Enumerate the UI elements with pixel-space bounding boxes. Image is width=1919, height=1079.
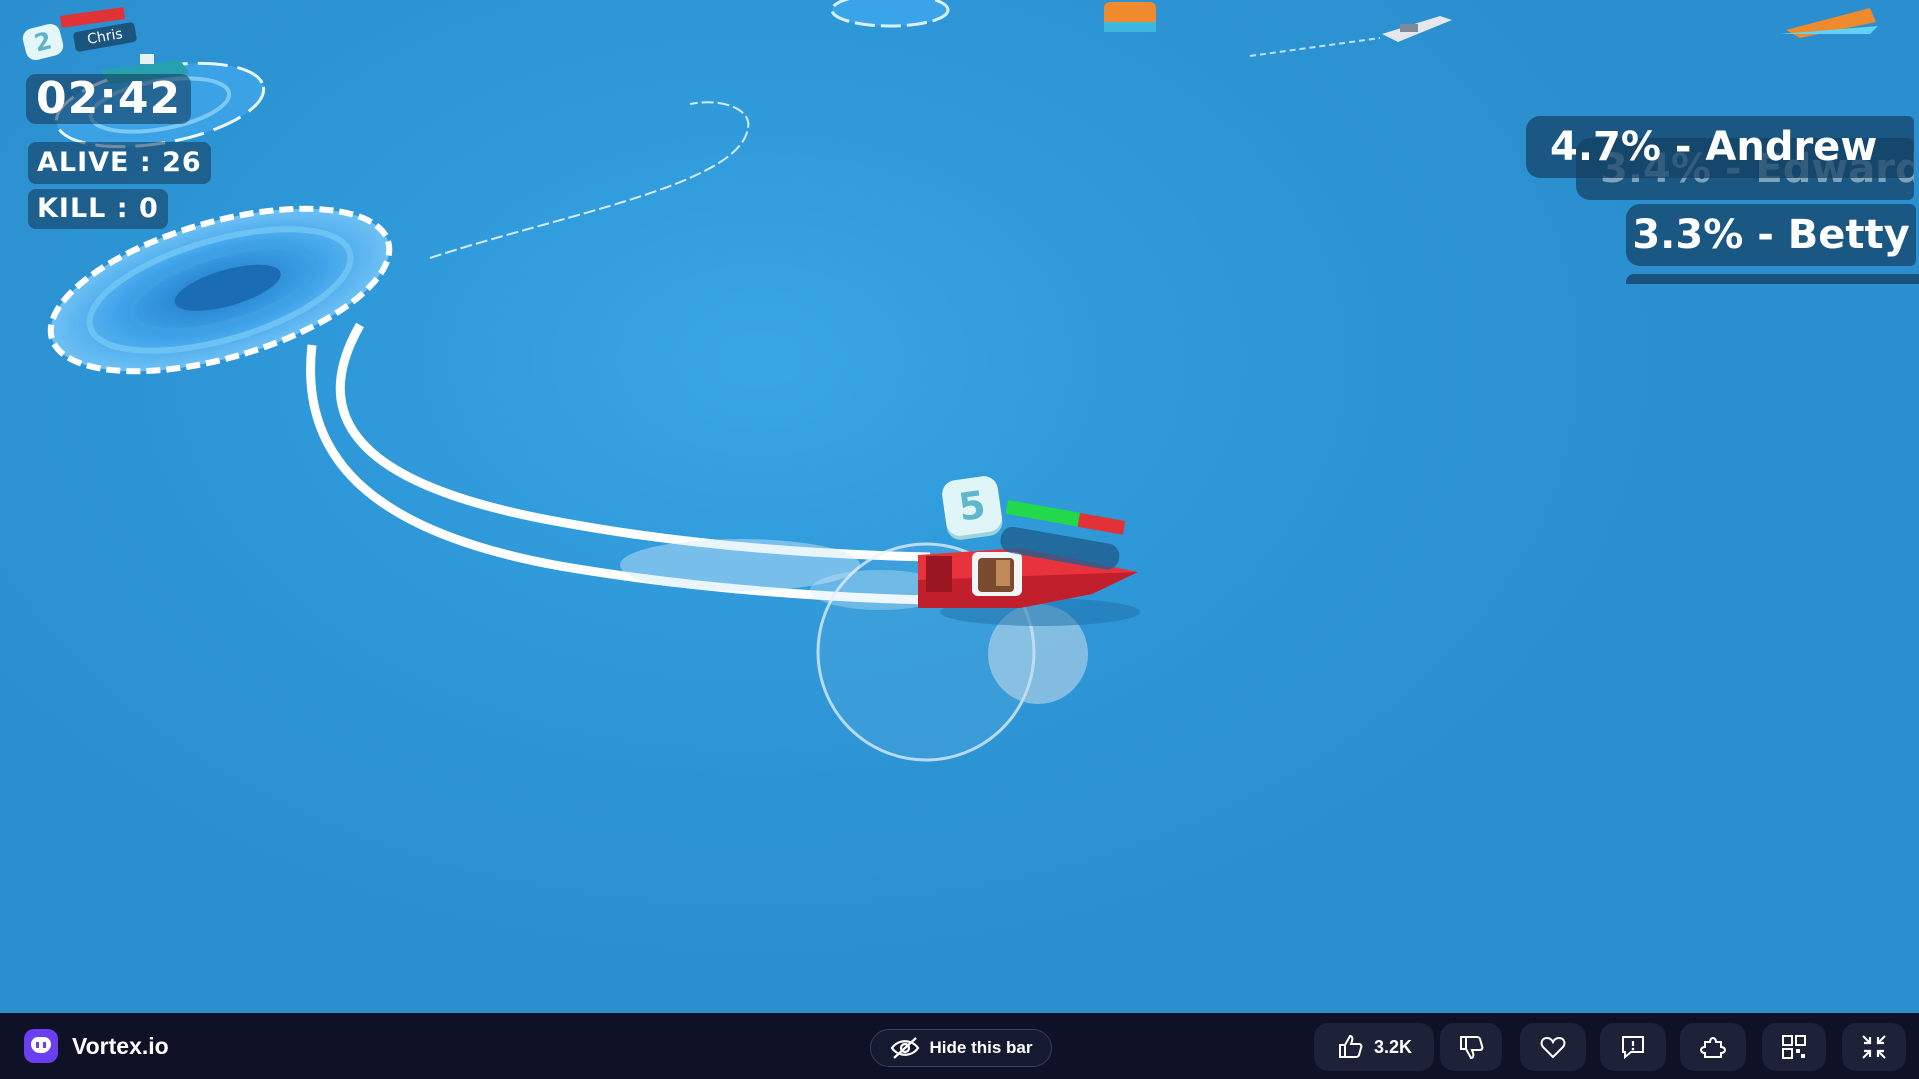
puzzle-icon — [1699, 1036, 1727, 1058]
brand-logo-icon — [24, 1029, 58, 1063]
vortex-top — [830, 0, 950, 28]
qr-code-icon — [1782, 1035, 1806, 1059]
player-level-badge: 5 — [940, 474, 1004, 538]
orange-boat — [1780, 8, 1878, 38]
orange-crate — [1104, 2, 1156, 32]
exit-fullscreen-icon — [1862, 1035, 1886, 1059]
report-button[interactable] — [1600, 1023, 1666, 1071]
game-title: Vortex.io — [72, 1032, 169, 1059]
leaderboard-entry: 4.7% - Andrew — [1526, 116, 1914, 178]
dislike-button[interactable] — [1440, 1023, 1502, 1071]
leaderboard-entry: 3.3% - Betty — [1626, 204, 1916, 266]
favorite-button[interactable] — [1520, 1023, 1586, 1071]
like-count: 3.2K — [1373, 1036, 1413, 1057]
hide-bar-button[interactable]: Hide this bar — [870, 1029, 1052, 1067]
exit-fullscreen-button[interactable] — [1842, 1023, 1906, 1071]
opponent-boat-grey — [1382, 16, 1452, 42]
game-canvas[interactable]: 2 Chris 02:42 ALIVE : 26 KILL : 0 3.4% -… — [0, 0, 1919, 1013]
brand[interactable]: Vortex.io — [24, 1027, 169, 1065]
dislike-icon — [1460, 1036, 1484, 1060]
qr-code-button[interactable] — [1762, 1023, 1826, 1071]
heart-icon — [1540, 1036, 1566, 1059]
hide-bar-label: Hide this bar — [929, 1038, 1033, 1057]
alive-counter: ALIVE : 26 — [28, 142, 211, 184]
embed-button[interactable] — [1680, 1023, 1746, 1071]
match-timer: 02:42 — [26, 74, 192, 124]
report-icon — [1622, 1036, 1644, 1060]
bottom-bar: Vortex.io Hide this bar 3.2K — [0, 1013, 1919, 1079]
like-button[interactable]: 3.2K — [1314, 1023, 1434, 1071]
like-icon — [1338, 1034, 1363, 1058]
leaderboard-entry-partial — [1626, 274, 1919, 284]
kill-counter: KILL : 0 — [28, 189, 168, 229]
eye-slash-icon — [890, 1037, 919, 1059]
